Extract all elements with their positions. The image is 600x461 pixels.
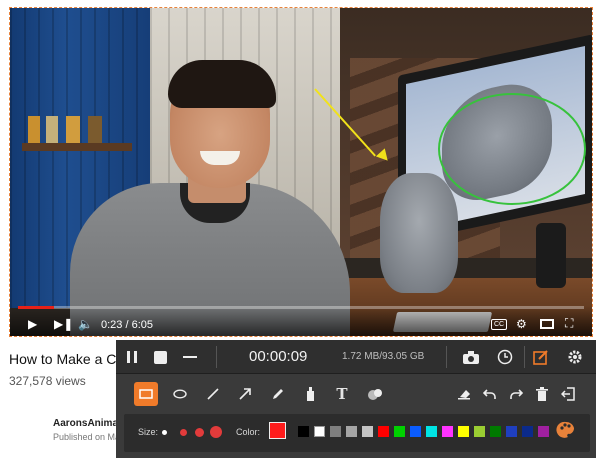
- arrow-icon[interactable]: [233, 382, 257, 406]
- cat-on-desk: [380, 173, 458, 293]
- undo-icon[interactable]: [478, 382, 502, 406]
- exit-icon[interactable]: [556, 382, 580, 406]
- screen: ▶ ▶❚ 🔈 0:23 / 6:05 CC ⚙ ⛶ How to Make a …: [0, 0, 600, 461]
- minimize-icon[interactable]: [182, 349, 198, 365]
- color-swatch[interactable]: [410, 426, 421, 437]
- color-swatch[interactable]: [522, 426, 533, 437]
- stop-icon[interactable]: [152, 349, 168, 365]
- highlighter-icon[interactable]: [298, 382, 322, 406]
- play-icon[interactable]: ▶: [28, 317, 37, 331]
- video-frame: [10, 8, 592, 336]
- color-swatch[interactable]: [394, 426, 405, 437]
- color-label: Color:: [236, 427, 261, 437]
- text-icon[interactable]: T: [330, 382, 354, 406]
- line-icon[interactable]: [201, 382, 225, 406]
- recording-timer: 00:00:09: [249, 348, 308, 365]
- scene-bottles: [28, 116, 118, 144]
- trash-icon[interactable]: [530, 382, 554, 406]
- palette-icon[interactable]: [556, 420, 576, 440]
- edit-icon[interactable]: [532, 348, 550, 366]
- size-option-large[interactable]: [195, 428, 204, 437]
- color-swatch[interactable]: [362, 426, 373, 437]
- camera-icon[interactable]: [462, 348, 480, 366]
- color-swatch[interactable]: [474, 426, 485, 437]
- ellipse-icon[interactable]: [168, 382, 192, 406]
- recorder-status-bar: 00:00:09 1.72 MB/93.05 GB: [116, 340, 596, 374]
- color-swatch[interactable]: [490, 426, 501, 437]
- color-swatch[interactable]: [314, 426, 325, 437]
- callout-icon[interactable]: [363, 382, 387, 406]
- color-swatch[interactable]: [330, 426, 341, 437]
- color-swatch[interactable]: [506, 426, 517, 437]
- color-swatch[interactable]: [458, 426, 469, 437]
- size-option-xlarge[interactable]: [210, 426, 222, 438]
- gear-icon[interactable]: [566, 348, 584, 366]
- color-swatch[interactable]: [346, 426, 357, 437]
- published-date: Published on Ma: [53, 432, 121, 442]
- rectangle-icon[interactable]: [134, 382, 158, 406]
- size-option-medium[interactable]: [180, 429, 187, 436]
- color-swatch[interactable]: [538, 426, 549, 437]
- annotation-ellipse[interactable]: [438, 93, 586, 205]
- pause-icon[interactable]: [124, 349, 140, 365]
- progress-bar[interactable]: [18, 306, 584, 309]
- scene-speaker: [536, 223, 566, 288]
- separator: [216, 346, 217, 368]
- recorder-toolbar: 00:00:09 1.72 MB/93.05 GB T Size: Color:: [116, 340, 596, 458]
- color-swatch[interactable]: [442, 426, 453, 437]
- size-label: Size:: [138, 427, 159, 437]
- separator: [524, 346, 525, 368]
- eraser-icon[interactable]: [452, 382, 476, 406]
- fullscreen-icon[interactable]: ⛶: [565, 316, 573, 331]
- captions-icon[interactable]: CC: [491, 319, 507, 330]
- redo-icon[interactable]: [504, 382, 528, 406]
- volume-icon[interactable]: 🔈: [78, 317, 93, 331]
- person-hair: [168, 60, 276, 108]
- clock-icon[interactable]: [496, 348, 514, 366]
- size-option-small[interactable]: [162, 430, 167, 435]
- drawing-tools: T: [116, 376, 596, 412]
- theater-icon[interactable]: [540, 319, 554, 329]
- next-icon[interactable]: ▶❚: [54, 317, 73, 331]
- tool-options: Size: Color:: [124, 414, 590, 452]
- color-swatch[interactable]: [298, 426, 309, 437]
- color-swatch[interactable]: [426, 426, 437, 437]
- time-display: 0:23 / 6:05: [101, 319, 153, 331]
- pen-icon[interactable]: [266, 382, 290, 406]
- progress-fill: [18, 306, 54, 309]
- current-color-swatch[interactable]: [269, 422, 286, 439]
- color-swatch[interactable]: [378, 426, 389, 437]
- separator: [446, 346, 447, 368]
- video-player[interactable]: ▶ ▶❚ 🔈 0:23 / 6:05 CC ⚙ ⛶: [9, 7, 593, 337]
- recording-size: 1.72 MB/93.05 GB: [342, 351, 425, 362]
- settings-icon[interactable]: ⚙: [516, 317, 527, 331]
- scene-shelf: [22, 143, 132, 151]
- view-count: 327,578 views: [9, 374, 86, 388]
